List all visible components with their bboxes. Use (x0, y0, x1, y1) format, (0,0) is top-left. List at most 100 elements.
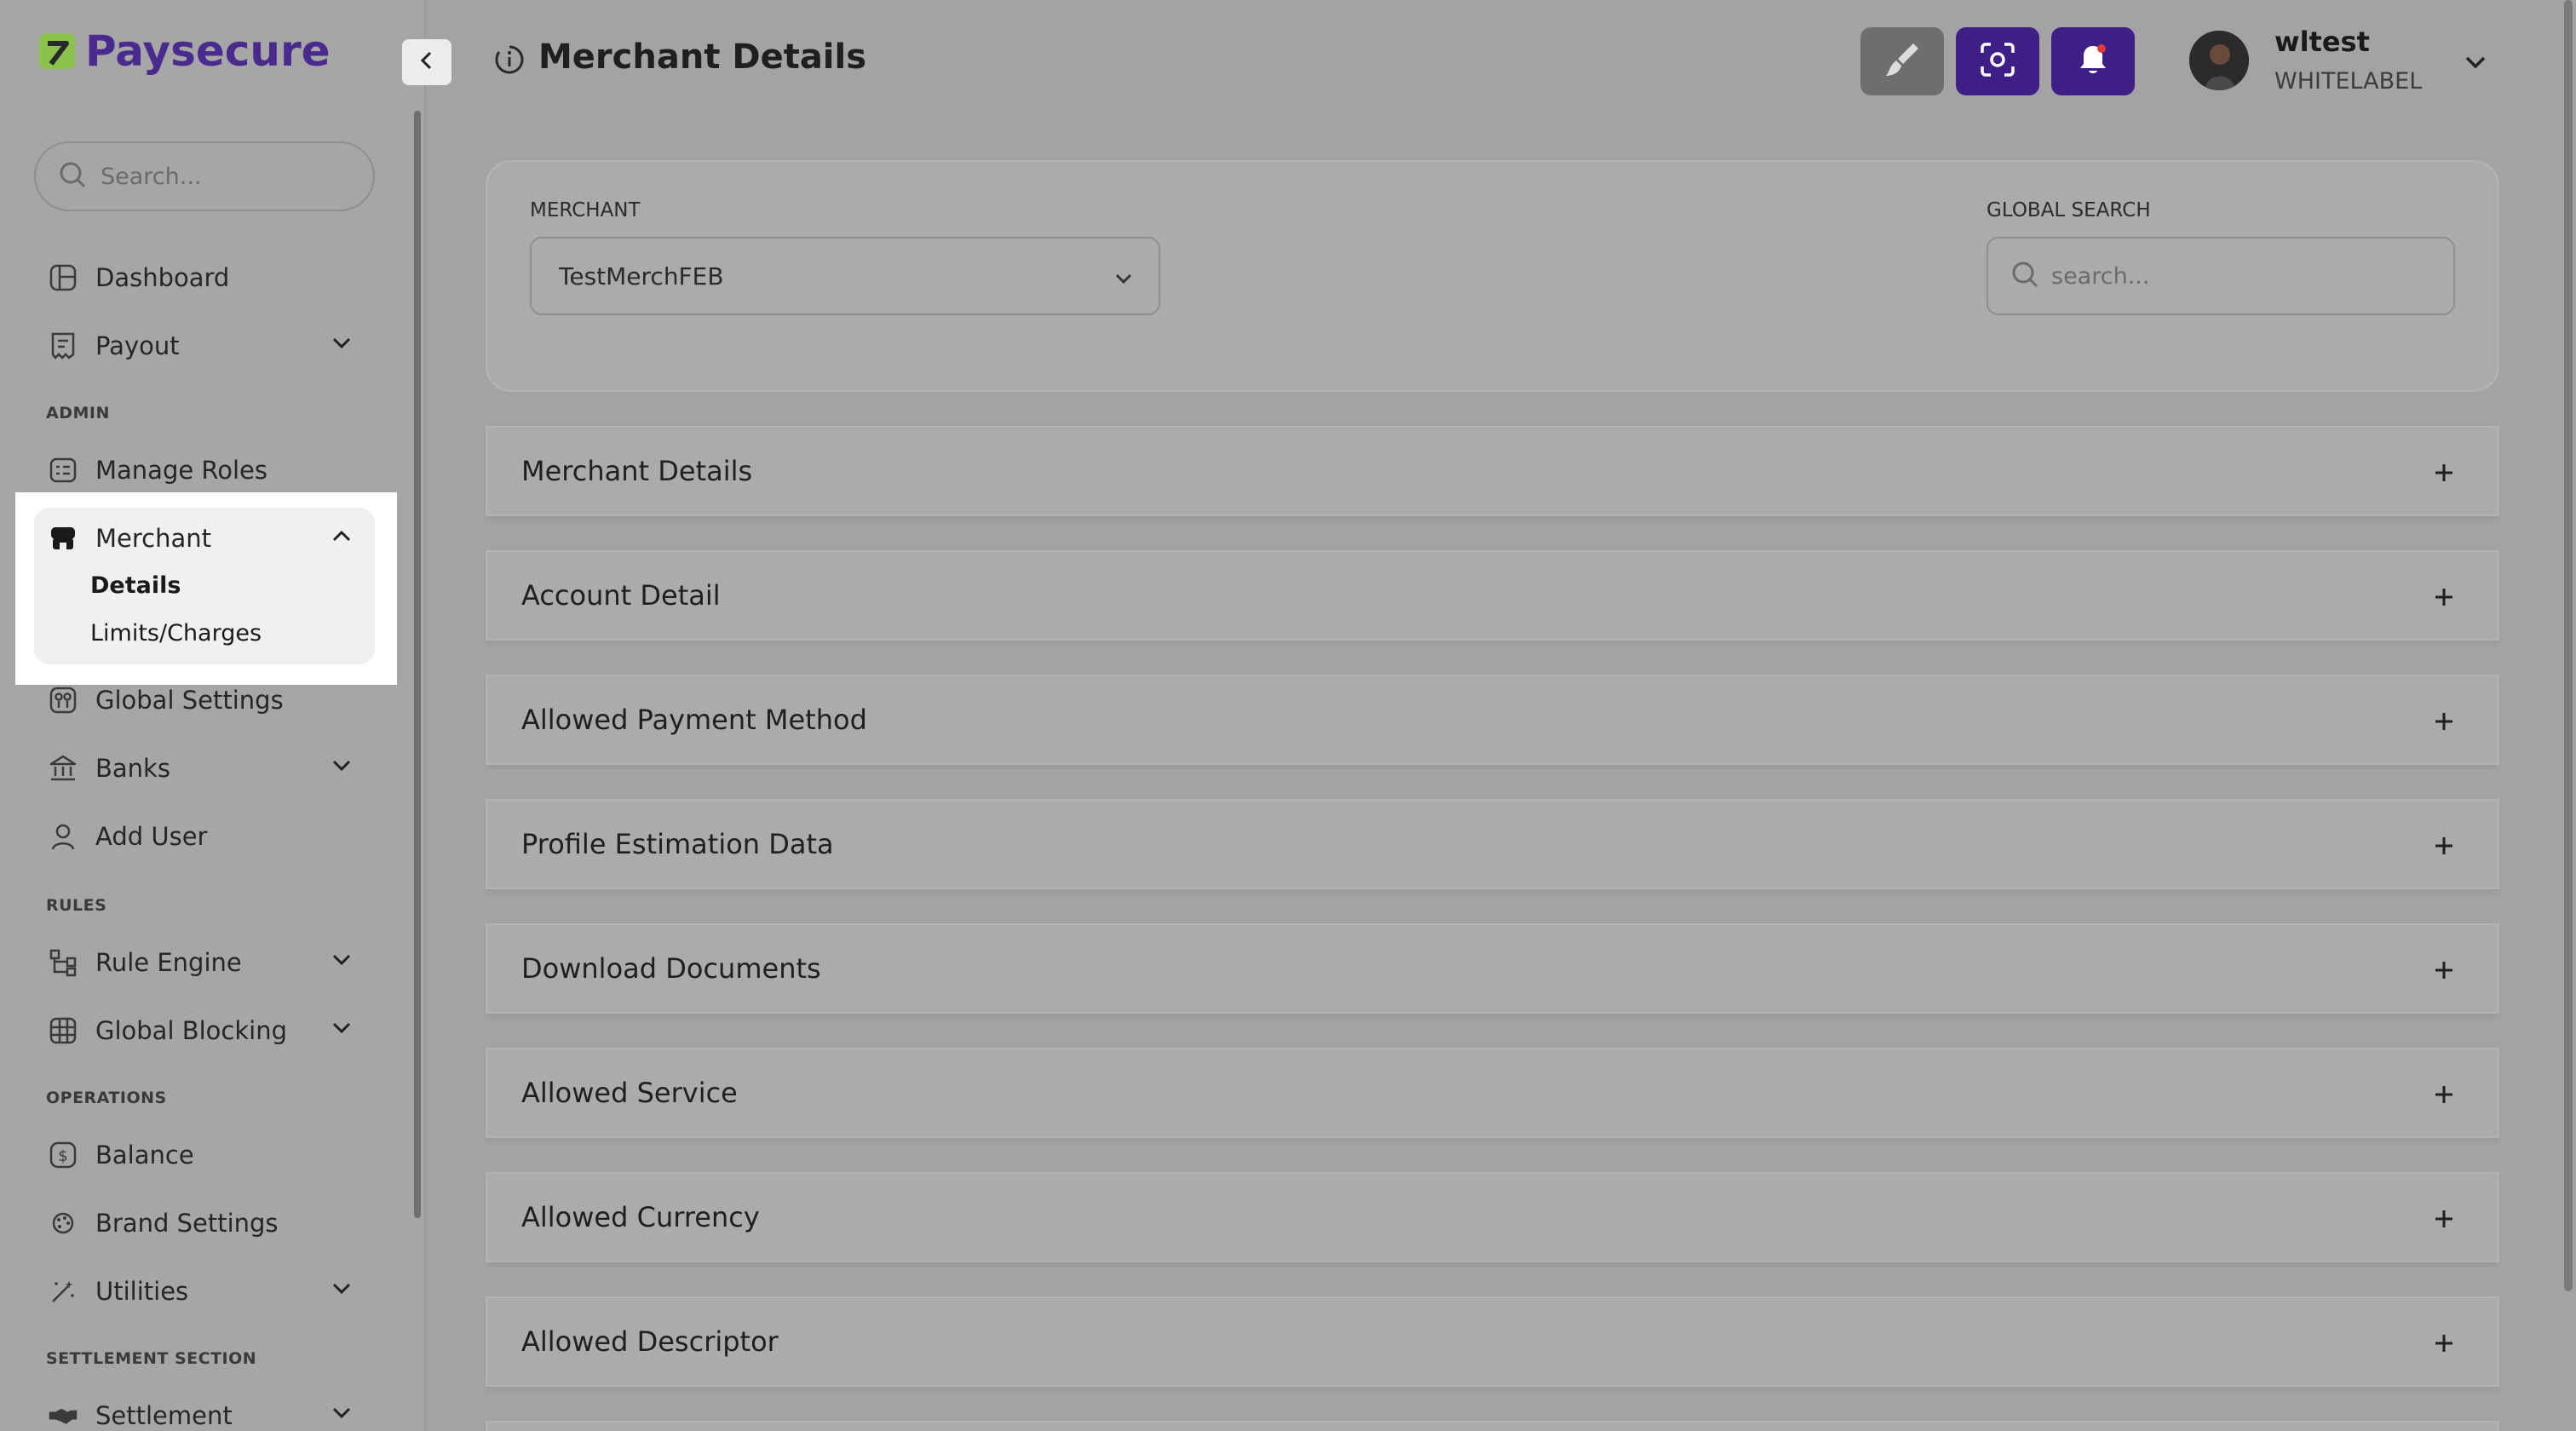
bank-icon (48, 753, 78, 784)
accordion-allowed-service[interactable]: Allowed Service (486, 1048, 2499, 1138)
brand-logo[interactable]: Paysecure (37, 26, 331, 77)
notifications-button[interactable] (2051, 27, 2135, 95)
global-settings-icon (48, 685, 78, 716)
merchant-field-label: MERCHANT (530, 199, 641, 221)
sidebar-item-label: Utilities (95, 1277, 189, 1306)
sidebar-subitem-details[interactable]: Details (90, 572, 181, 599)
accordion-label: Merchant Details (521, 455, 753, 487)
accordion-label: Allowed Currency (521, 1201, 760, 1233)
plus-icon (2429, 956, 2458, 985)
section-label-settlement: SETTLEMENT SECTION (46, 1349, 257, 1368)
accordion-account-detail[interactable]: Account Detail (486, 550, 2499, 641)
plus-icon (2429, 707, 2458, 736)
screenshot-icon (1979, 41, 2016, 82)
page-title: Merchant Details (538, 37, 867, 77)
sidebar-item-payout[interactable]: Payout (48, 320, 354, 371)
global-search-input[interactable]: search... (1987, 237, 2455, 315)
accordion-label: Profile Estimation Data (521, 828, 834, 860)
chevron-down-icon (329, 1015, 354, 1044)
sidebar-item-settlement[interactable]: Settlement (48, 1390, 354, 1431)
sidebar-item-global-settings[interactable]: Global Settings (48, 675, 354, 726)
chevron-down-icon (329, 330, 354, 359)
accordion-next-partial[interactable] (486, 1421, 2499, 1431)
chevron-up-icon (329, 523, 354, 552)
merchant-select[interactable]: TestMerchFEB (530, 237, 1160, 315)
plus-icon (2429, 458, 2458, 487)
sidebar-item-label: Banks (95, 754, 170, 783)
sidebar-search-input[interactable]: Search... (34, 141, 375, 211)
plus-icon (2429, 1329, 2458, 1358)
sidebar-item-label: Brand Settings (95, 1209, 279, 1238)
sidebar-item-label: Manage Roles (95, 456, 268, 485)
avatar[interactable] (2189, 31, 2249, 90)
sidebar-scrollbar[interactable] (414, 111, 421, 1218)
merchant-select-value: TestMerchFEB (559, 261, 724, 290)
sidebar-item-label: Dashboard (95, 263, 230, 292)
chevron-down-icon (329, 947, 354, 976)
brush-icon (1881, 38, 1923, 84)
search-icon (2010, 260, 2039, 292)
sidebar-item-label: Add User (95, 822, 208, 851)
sidebar-item-label: Settlement (95, 1401, 233, 1430)
search-placeholder: Search... (101, 163, 202, 190)
chevron-down-icon (329, 1400, 354, 1429)
sidebar-item-manage-roles[interactable]: Manage Roles (48, 445, 354, 496)
chevron-left-icon (416, 49, 438, 75)
plus-icon (2429, 583, 2458, 612)
handshake-icon (48, 1400, 78, 1431)
paysecure-logo-icon (37, 32, 77, 71)
sidebar-item-rule-engine[interactable]: Rule Engine (48, 937, 354, 988)
accordion-allowed-payment-method[interactable]: Allowed Payment Method (486, 675, 2499, 765)
accordion-label: Account Detail (521, 579, 721, 612)
sidebar-item-label: Global Blocking (95, 1016, 288, 1045)
user-menu-chevron-down-icon[interactable] (2460, 48, 2491, 82)
sidebar-item-label: Global Settings (95, 686, 284, 715)
user-icon (48, 821, 78, 852)
sidebar-item-utilities[interactable]: Utilities (48, 1266, 354, 1317)
dashboard-icon (48, 262, 78, 293)
accordion-label: Allowed Service (521, 1077, 738, 1109)
sidebar-item-add-user[interactable]: Add User (48, 811, 354, 862)
collapse-sidebar-button[interactable] (402, 39, 451, 85)
main-scrollbar[interactable] (2564, 0, 2573, 1291)
magic-wand-icon (48, 1276, 78, 1307)
section-label-admin: ADMIN (46, 404, 110, 422)
sidebar-item-brand-settings[interactable]: Brand Settings (48, 1198, 354, 1249)
accordion-profile-estimation-data[interactable]: Profile Estimation Data (486, 799, 2499, 889)
palette-icon (48, 1208, 78, 1238)
sidebar-item-balance[interactable]: $ Balance (48, 1129, 354, 1181)
clear-cache-button[interactable] (1860, 27, 1944, 95)
sidebar-item-dashboard[interactable]: Dashboard (48, 252, 354, 303)
global-search-placeholder: search... (2051, 262, 2150, 290)
user-name: wltest (2274, 26, 2370, 58)
section-label-rules: RULES (46, 896, 107, 915)
roles-icon (48, 455, 78, 486)
sidebar-subitem-limits-charges[interactable]: Limits/Charges (90, 620, 262, 647)
search-icon (58, 160, 87, 193)
sidebar-item-label: Balance (95, 1141, 194, 1170)
dollar-icon: $ (48, 1140, 78, 1170)
plus-icon (2429, 831, 2458, 860)
global-search-label: GLOBAL SEARCH (1987, 199, 2151, 221)
plus-icon (2429, 1080, 2458, 1109)
info-icon[interactable] (494, 44, 525, 78)
accordion-allowed-descriptor[interactable]: Allowed Descriptor (486, 1296, 2499, 1387)
accordion-merchant-details[interactable]: Merchant Details (486, 426, 2499, 516)
user-role: WHITELABEL (2274, 68, 2423, 95)
sidebar-item-label: Payout (95, 331, 180, 360)
screenshot-button[interactable] (1956, 27, 2039, 95)
accordion-label: Allowed Descriptor (521, 1325, 779, 1358)
sidebar-item-global-blocking[interactable]: Global Blocking (48, 1005, 354, 1056)
accordion-label: Download Documents (521, 952, 821, 985)
accordion-download-documents[interactable]: Download Documents (486, 923, 2499, 1014)
merchant-store-icon (48, 523, 78, 554)
sidebar-item-label: Rule Engine (95, 948, 242, 977)
rule-engine-icon (48, 947, 78, 978)
sidebar-item-banks[interactable]: Banks (48, 743, 354, 794)
payout-icon (48, 330, 78, 361)
accordion-label: Allowed Payment Method (521, 704, 867, 736)
sidebar-item-merchant[interactable]: Merchant (48, 513, 354, 564)
accordion-allowed-currency[interactable]: Allowed Currency (486, 1172, 2499, 1262)
bell-icon (2074, 41, 2112, 82)
global-blocking-icon (48, 1015, 78, 1046)
